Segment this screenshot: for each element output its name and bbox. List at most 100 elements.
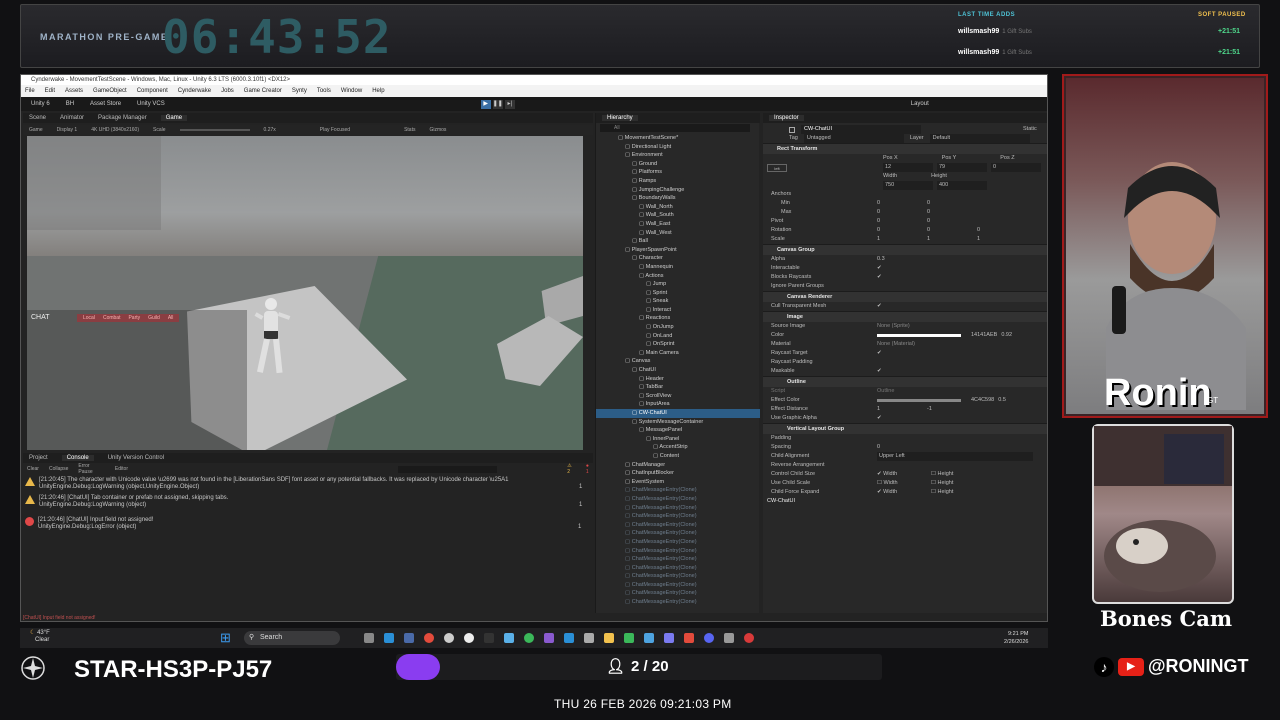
menu-game-creator[interactable]: Game Creator bbox=[244, 88, 282, 94]
hierarchy-item[interactable]: ▢ ChatMessageEntry(Clone) bbox=[596, 581, 760, 590]
rot-y-field[interactable]: 0 bbox=[927, 226, 977, 235]
app-icon[interactable] bbox=[404, 633, 414, 643]
console-log-entry[interactable]: [21:20:46] [ChatUI] Tab container or pre… bbox=[25, 495, 585, 509]
hierarchy-item[interactable]: ▢ ScrollView bbox=[596, 392, 760, 401]
tag-dropdown[interactable]: Untagged bbox=[803, 134, 904, 143]
app-icon[interactable] bbox=[724, 633, 734, 643]
static-toggle[interactable]: Static bbox=[1023, 125, 1037, 134]
hierarchy-item[interactable]: ▢ ChatUI bbox=[596, 366, 760, 375]
ignore-parent-groups-label[interactable]: Ignore Parent Groups bbox=[763, 282, 1047, 291]
hierarchy-item[interactable]: ▢ AccentStrip bbox=[596, 443, 760, 452]
chat-tab-party[interactable]: Party bbox=[128, 315, 140, 321]
effect-color-swatch[interactable] bbox=[877, 399, 961, 402]
chrome-icon[interactable] bbox=[424, 633, 434, 643]
effect-distance-x[interactable]: 1 bbox=[877, 405, 927, 414]
spacing-field[interactable]: 0 bbox=[877, 443, 880, 452]
pivot-y-field[interactable]: 0 bbox=[927, 217, 930, 226]
hierarchy-item[interactable]: ▢ ChatMessageEntry(Clone) bbox=[596, 504, 760, 513]
console-status-line[interactable]: [ChatUI] Input field not assigned! bbox=[23, 615, 96, 621]
hierarchy-item[interactable]: ▢ InputArea bbox=[596, 400, 760, 409]
anchor-preset-button[interactable]: left bbox=[767, 163, 787, 172]
scale-x-field[interactable]: 1 bbox=[877, 235, 927, 244]
hierarchy-item[interactable]: ▢ Sneak bbox=[596, 297, 760, 306]
chat-tab-guild[interactable]: Guild bbox=[148, 315, 160, 321]
console-log-entry[interactable]: [21:20:45] The character with Unicode va… bbox=[25, 477, 585, 491]
settings-icon[interactable] bbox=[444, 633, 454, 643]
hierarchy-item[interactable]: ▢ JumpingChallenge bbox=[596, 186, 760, 195]
checkbox-icon[interactable]: ✔ bbox=[877, 367, 882, 376]
checkbox-icon[interactable]: ✔ bbox=[877, 264, 882, 273]
tab-console[interactable]: Console bbox=[61, 455, 94, 461]
max-x-field[interactable]: 0 bbox=[877, 208, 927, 217]
control-width-toggle[interactable]: ✔ Width bbox=[877, 470, 931, 479]
hierarchy-item[interactable]: ▢ Ball bbox=[596, 237, 760, 246]
hierarchy-item[interactable]: ▢ Interact bbox=[596, 306, 760, 315]
gizmos-button[interactable]: Gizmos bbox=[429, 127, 446, 133]
system-clock[interactable]: 9:21 PM 2/26/2026 bbox=[1004, 630, 1028, 646]
hierarchy-item[interactable]: ▢ Platforms bbox=[596, 168, 760, 177]
chat-tab-all[interactable]: All bbox=[168, 315, 174, 321]
visual-studio-icon[interactable] bbox=[544, 633, 554, 643]
min-y-field[interactable]: 0 bbox=[927, 199, 930, 208]
effect-distance-y[interactable]: -1 bbox=[927, 405, 932, 414]
hierarchy-item[interactable]: ▢ ChatManager bbox=[596, 461, 760, 470]
hierarchy-item[interactable]: ▢ ChatMessageEntry(Clone) bbox=[596, 538, 760, 547]
hierarchy-item[interactable]: ▢ Reactions bbox=[596, 314, 760, 323]
hierarchy-item[interactable]: ▢ TabBar bbox=[596, 383, 760, 392]
hierarchy-item[interactable]: ▢ CW-ChatUI bbox=[596, 409, 760, 418]
pos-y-field[interactable]: 79 bbox=[937, 163, 987, 172]
hierarchy-item[interactable]: ▢ ChatMessageEntry(Clone) bbox=[596, 572, 760, 581]
hierarchy-item[interactable]: ▢ Ramps bbox=[596, 177, 760, 186]
hierarchy-item[interactable]: ▢ InnerPanel bbox=[596, 435, 760, 444]
menu-help[interactable]: Help bbox=[372, 88, 384, 94]
hierarchy-item[interactable]: ▢ OnLand bbox=[596, 332, 760, 341]
tab-game[interactable]: Game bbox=[160, 115, 188, 121]
tab-animator[interactable]: Animator bbox=[60, 115, 84, 121]
rot-x-field[interactable]: 0 bbox=[877, 226, 927, 235]
menu-window[interactable]: Window bbox=[341, 88, 362, 94]
vcs-button[interactable]: Unity VCS bbox=[137, 101, 165, 107]
hierarchy-item[interactable]: ▢ Wall_South bbox=[596, 211, 760, 220]
hierarchy-item[interactable]: ▢ Directional Light bbox=[596, 143, 760, 152]
child-alignment-dropdown[interactable]: Upper Left bbox=[877, 452, 1033, 461]
hierarchy-item[interactable]: ▢ ChatMessageEntry(Clone) bbox=[596, 529, 760, 538]
width-field[interactable]: 750 bbox=[883, 181, 933, 190]
menu-gameobject[interactable]: GameObject bbox=[93, 88, 127, 94]
tab-scene[interactable]: Scene bbox=[29, 115, 46, 121]
hierarchy-item[interactable]: ▢ OnSprint bbox=[596, 340, 760, 349]
app-icon[interactable] bbox=[504, 633, 514, 643]
tab-inspector[interactable]: Inspector bbox=[769, 115, 804, 121]
taskbar-search[interactable]: ⚲ Search bbox=[244, 631, 340, 645]
canvas-renderer-header[interactable]: Canvas Renderer bbox=[763, 291, 1047, 302]
hierarchy-item[interactable]: ▢ MovementTestScene* bbox=[596, 134, 760, 143]
checkbox-icon[interactable]: ✔ bbox=[877, 273, 882, 282]
chat-tab-combat[interactable]: Combat bbox=[103, 315, 121, 321]
resolution-dropdown[interactable]: 4K UHD (3840x2160) bbox=[91, 127, 139, 133]
warning-count-toggle[interactable]: ⚠ 2 bbox=[567, 463, 576, 475]
color-swatch[interactable] bbox=[877, 334, 961, 337]
image-header[interactable]: Image bbox=[763, 311, 1047, 322]
play-button[interactable]: ▶ bbox=[480, 99, 491, 109]
hierarchy-item[interactable]: ▢ Header bbox=[596, 375, 760, 384]
hierarchy-item[interactable]: ▢ ChatMessageEntry(Clone) bbox=[596, 598, 760, 607]
scale-slider[interactable] bbox=[179, 129, 250, 131]
unity-version-button[interactable]: Unity 6 bbox=[31, 101, 50, 107]
hierarchy-item[interactable]: ▢ Mannequin bbox=[596, 263, 760, 272]
layout-dropdown[interactable]: Layout bbox=[911, 101, 929, 107]
rot-z-field[interactable]: 0 bbox=[977, 226, 980, 235]
material-field[interactable]: None (Material) bbox=[877, 340, 915, 349]
file-explorer-icon[interactable] bbox=[364, 633, 374, 643]
menu-synty[interactable]: Synty bbox=[292, 88, 307, 94]
edge-icon[interactable] bbox=[384, 633, 394, 643]
editor-dropdown[interactable]: Editor bbox=[115, 466, 128, 472]
alpha-field[interactable]: 0.3 bbox=[877, 255, 885, 264]
folder-icon[interactable] bbox=[604, 633, 614, 643]
console-search-input[interactable] bbox=[397, 465, 498, 473]
hierarchy-item[interactable]: ▢ Sprint bbox=[596, 289, 760, 298]
pivot-x-field[interactable]: 0 bbox=[877, 217, 927, 226]
scale-height-toggle[interactable]: ☐ Height bbox=[931, 479, 953, 488]
app-icon[interactable] bbox=[624, 633, 634, 643]
app-icon[interactable] bbox=[584, 633, 594, 643]
vertical-layout-group-header[interactable]: Vertical Layout Group bbox=[763, 423, 1047, 434]
hierarchy-item[interactable]: ▢ ChatMessageEntry(Clone) bbox=[596, 512, 760, 521]
